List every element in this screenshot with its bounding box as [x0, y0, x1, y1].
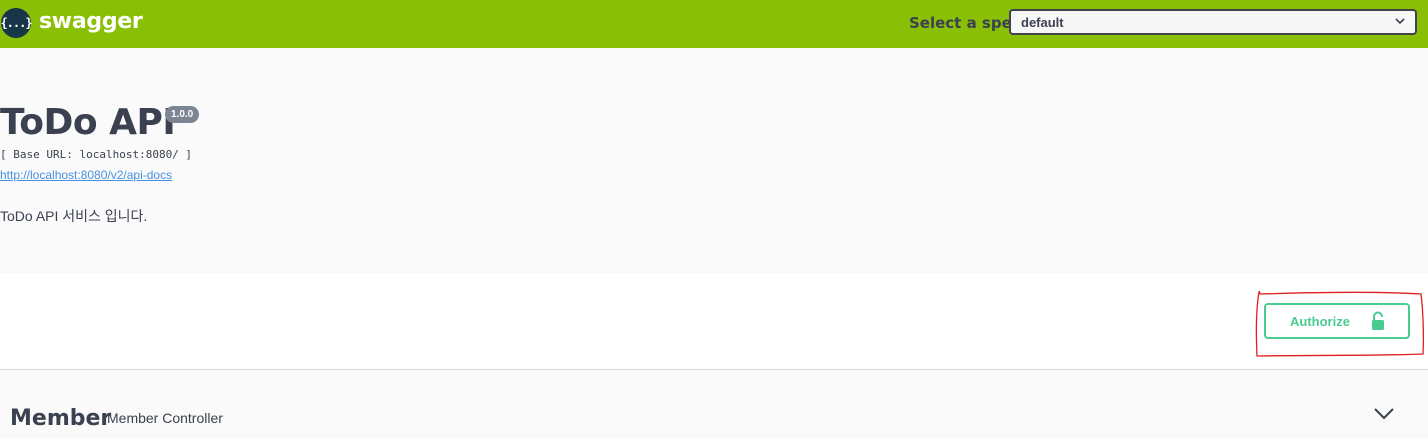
info-section: ToDo API 1.0.0 [ Base URL: localhost:808… — [0, 48, 1428, 273]
select-spec-label: Select a spec — [909, 14, 1021, 32]
spec-select-value: default — [1021, 15, 1064, 30]
base-url: [ Base URL: localhost:8080/ ] — [0, 148, 193, 161]
swagger-logo-text[interactable]: swagger — [39, 9, 143, 34]
api-docs-link[interactable]: http://localhost:8080/v2/api-docs — [0, 168, 172, 182]
chevron-down-icon — [1395, 18, 1405, 25]
unlock-icon — [1372, 311, 1384, 330]
spec-select[interactable]: default — [1009, 9, 1417, 35]
scheme-container — [0, 273, 1428, 370]
top-bar: {...} swagger Select a spec default — [0, 0, 1428, 48]
authorize-button[interactable]: Authorize — [1264, 303, 1410, 339]
tag-description: Member Controller — [107, 410, 223, 426]
swagger-logo-icon[interactable]: {...} — [0, 8, 33, 38]
api-description: ToDo API 서비스 입니다. — [0, 208, 148, 224]
chevron-down-icon[interactable] — [1373, 407, 1395, 421]
version-badge: 1.0.0 — [165, 106, 200, 123]
api-title: ToDo API — [0, 102, 176, 143]
tag-section-member[interactable]: Member Member Controller — [0, 370, 1428, 439]
authorize-button-label: Authorize — [1290, 314, 1350, 329]
tag-name[interactable]: Member — [10, 406, 111, 431]
